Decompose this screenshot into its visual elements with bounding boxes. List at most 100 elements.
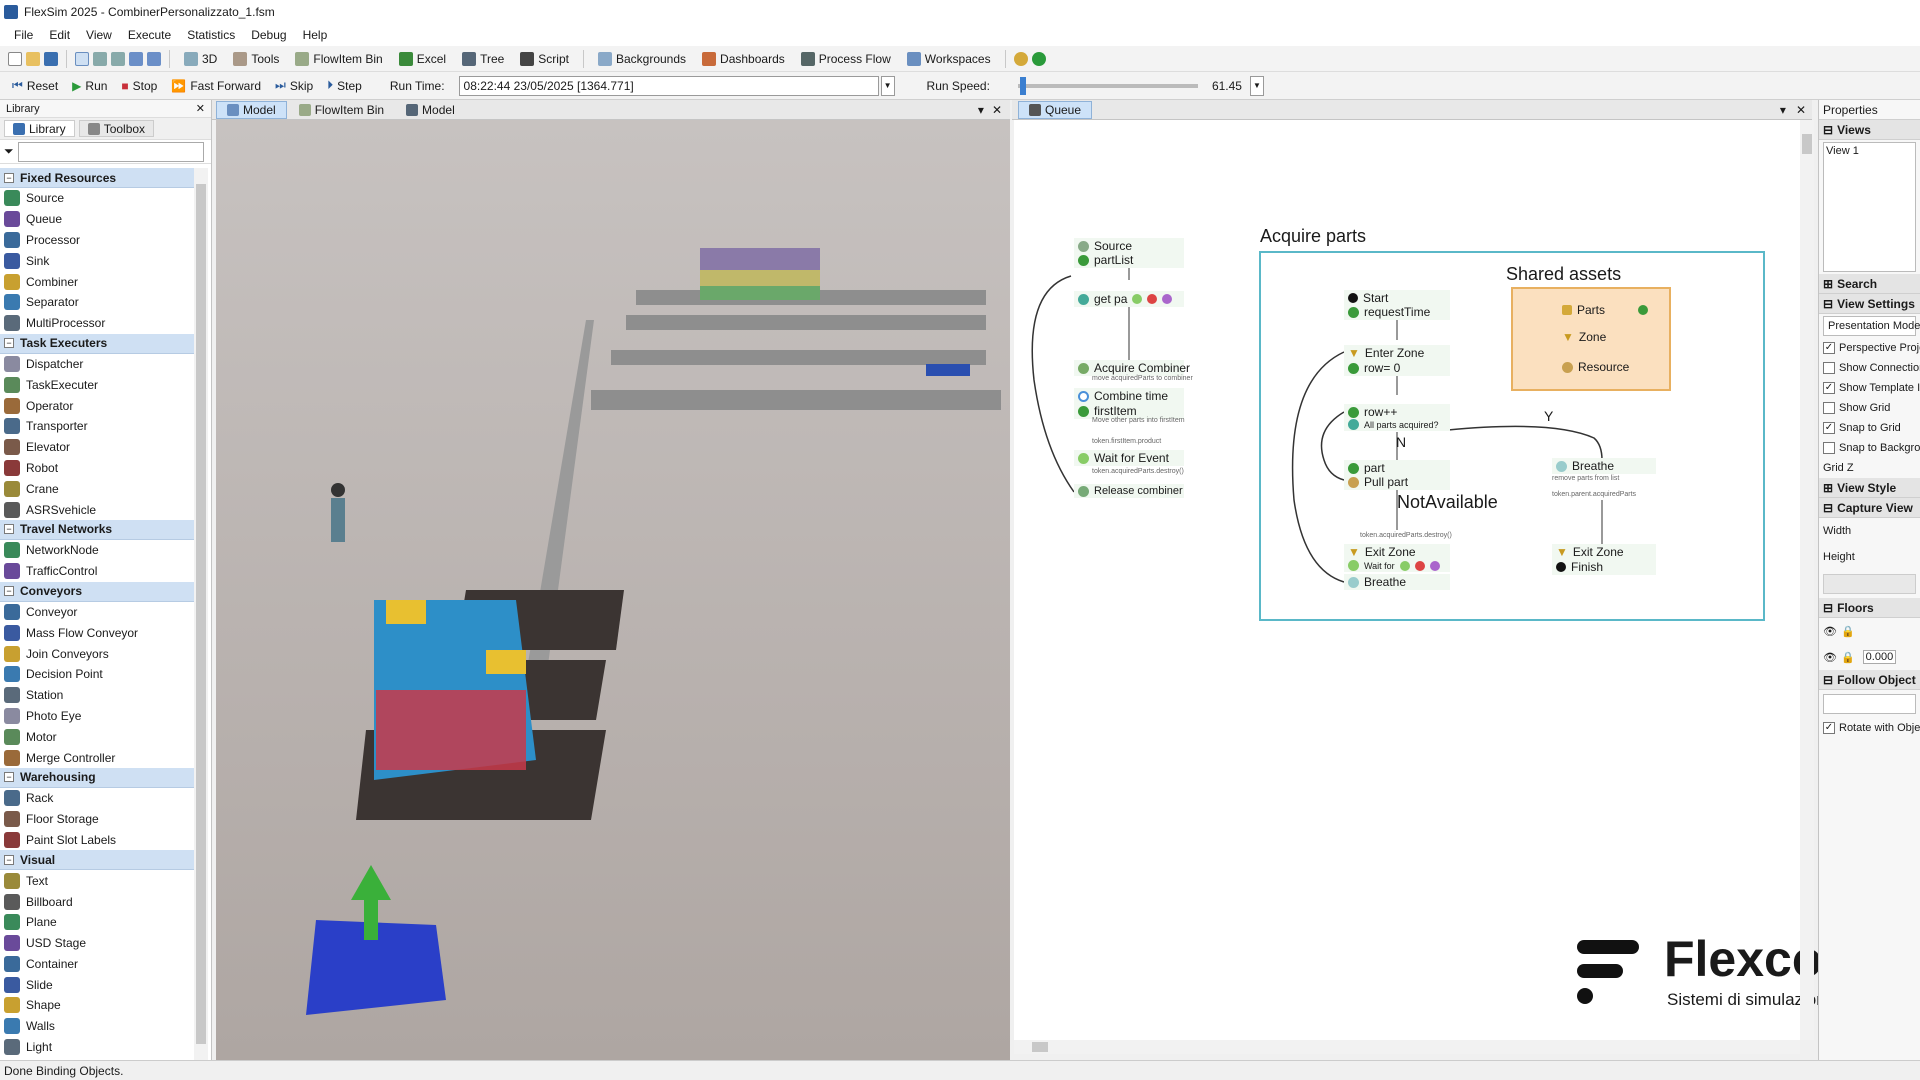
activity-breathe-2[interactable]: Breathe — [1552, 458, 1656, 474]
help-icon[interactable] — [1031, 51, 1046, 66]
library-item[interactable]: Billboard — [0, 891, 194, 912]
toolbar-dashboards-button[interactable]: Dashboards — [696, 50, 791, 68]
presentation-mode-select[interactable]: Presentation Mode — [1823, 316, 1920, 336]
activity-wait-event[interactable]: Wait for Event — [1074, 450, 1184, 466]
library-search-input[interactable] — [17, 141, 204, 162]
library-item[interactable]: Floor Storage — [0, 809, 194, 830]
library-item[interactable]: Shape — [0, 995, 194, 1016]
activity-get-part[interactable]: get pa — [1074, 291, 1184, 307]
library-item[interactable]: Decision Point — [0, 664, 194, 685]
lock-icon[interactable]: 🔒 — [1841, 625, 1855, 638]
activity-finish[interactable]: Finish — [1552, 559, 1656, 575]
library-scroll-thumb[interactable] — [196, 184, 206, 1044]
library-item[interactable]: Plane — [0, 912, 194, 933]
checkbox[interactable] — [1823, 442, 1835, 454]
library-item[interactable]: TaskExecuter — [0, 374, 194, 395]
library-item[interactable]: Photo Eye — [0, 706, 194, 727]
library-item[interactable]: Sink — [0, 250, 194, 271]
library-category[interactable]: − Conveyors — [0, 581, 194, 602]
library-item[interactable]: Separator — [0, 292, 194, 313]
run-button[interactable]: ▶ Run — [66, 77, 113, 95]
tab-flowitem-bin[interactable]: FlowItem Bin — [289, 101, 394, 119]
section-views[interactable]: ⊟ Views — [1819, 120, 1920, 140]
library-item[interactable]: Crane — [0, 478, 194, 499]
library-category[interactable]: − Fixed Resources — [0, 168, 194, 188]
section-floors[interactable]: ⊟ Floors — [1819, 598, 1920, 618]
layout-icon[interactable] — [147, 51, 161, 66]
library-item[interactable]: Paint Slot Labels — [0, 830, 194, 851]
rotate-with-object-row[interactable]: ✓ Rotate with Object — [1819, 718, 1920, 738]
menu-debug[interactable]: Debug — [243, 28, 294, 42]
library-item[interactable]: Operator — [0, 395, 194, 416]
connect-mode-icon[interactable] — [93, 51, 107, 66]
toolbar-tools-button[interactable]: Tools — [227, 50, 285, 68]
rotate-checkbox[interactable]: ✓ — [1823, 722, 1835, 734]
library-item[interactable]: NetworkNode — [0, 540, 194, 561]
view-setting-check[interactable]: ✓ Perspective Projection — [1819, 338, 1920, 358]
activity-pull-part[interactable]: Pull part — [1344, 474, 1450, 490]
run-time-dropdown[interactable]: ▼ — [880, 75, 895, 96]
step-button[interactable]: ⏵ Step — [321, 76, 368, 95]
activity-enter-zone[interactable]: ▼ Enter Zone — [1344, 345, 1450, 361]
gear-icon[interactable] — [1013, 51, 1028, 66]
view-setting-check[interactable]: Show Connections — [1819, 358, 1920, 378]
menu-statistics[interactable]: Statistics — [179, 28, 243, 42]
toolbar-process-flow-button[interactable]: Process Flow — [795, 50, 897, 68]
activity-breathe[interactable]: Breathe — [1344, 574, 1450, 590]
process-flow-canvas[interactable]: Source partList get pa Acquire Combiner … — [1014, 120, 1853, 1040]
view-1-item[interactable]: View 1 — [1826, 145, 1859, 157]
library-item[interactable]: Container — [0, 954, 194, 975]
activity-exit-zone[interactable]: ▼ Exit Zone — [1344, 544, 1450, 560]
section-capture-view[interactable]: ⊟ Capture View — [1819, 498, 1920, 518]
menu-view[interactable]: View — [78, 28, 120, 42]
activity-request-time[interactable]: requestTime — [1344, 304, 1450, 320]
library-item[interactable]: Transporter — [0, 416, 194, 437]
library-item[interactable]: Dispatcher — [0, 354, 194, 375]
library-item[interactable]: Source — [0, 188, 194, 209]
activity-all-parts-decision[interactable]: All parts acquired? — [1344, 418, 1450, 431]
checkbox[interactable]: ✓ — [1823, 342, 1835, 354]
library-item[interactable]: Station — [0, 685, 194, 706]
view-setting-check[interactable]: ✓ Show Template Items — [1819, 378, 1920, 398]
run-time-field[interactable]: 08:22:44 23/05/2025 [1364.771] — [458, 75, 879, 96]
library-item[interactable]: Walls — [0, 1016, 194, 1037]
library-category[interactable]: − Visual — [0, 850, 194, 871]
tab-model-3d[interactable]: Model — [216, 100, 287, 119]
library-item[interactable]: ASRSvehicle — [0, 499, 194, 520]
stop-button[interactable]: ■ Stop — [115, 77, 163, 95]
section-follow-object[interactable]: ⊟ Follow Object — [1819, 670, 1920, 690]
capture-button[interactable] — [1823, 574, 1916, 594]
skip-button[interactable]: ⏭ Skip — [269, 76, 319, 95]
activity-combine-time[interactable]: Combine time — [1074, 388, 1184, 404]
library-item[interactable]: Merge Controller — [0, 747, 194, 768]
menu-edit[interactable]: Edit — [41, 28, 78, 42]
toolbar-3d-button[interactable]: 3D — [178, 50, 223, 68]
activity-partlist[interactable]: partList — [1074, 252, 1184, 268]
library-item[interactable]: Conveyor — [0, 602, 194, 623]
select-mode-icon[interactable] — [75, 51, 89, 66]
tab-toolbox[interactable]: Toolbox — [78, 120, 155, 137]
library-item[interactable]: Mass Flow Conveyor — [0, 622, 194, 643]
process-flow-hscrollbar[interactable] — [1014, 1040, 1800, 1054]
library-item[interactable]: Slide — [0, 974, 194, 995]
library-item[interactable]: Queue — [0, 209, 194, 230]
close-icon[interactable]: ✕ — [196, 102, 205, 115]
shared-asset-resource[interactable]: Resource — [1562, 360, 1629, 374]
library-item[interactable]: Rack — [0, 788, 194, 809]
library-item[interactable]: Robot — [0, 458, 194, 479]
run-speed-dropdown[interactable]: ▼ — [1249, 75, 1264, 96]
checkbox[interactable] — [1823, 362, 1835, 374]
view-setting-check[interactable]: Show Grid — [1819, 398, 1920, 418]
section-search[interactable]: ⊞ Search — [1819, 274, 1920, 294]
checkbox[interactable]: ✓ — [1823, 382, 1835, 394]
menu-help[interactable]: Help — [295, 28, 336, 42]
process-flow-vscrollbar[interactable] — [1800, 120, 1814, 1040]
chevron-down-icon[interactable]: ▾ — [978, 103, 990, 117]
library-category[interactable]: − Travel Networks — [0, 519, 194, 540]
toolbar-flowitem-bin-button[interactable]: FlowItem Bin — [289, 50, 388, 68]
close-icon[interactable]: ✕ — [992, 103, 1010, 117]
save-icon[interactable] — [44, 51, 58, 66]
toolbar-workspaces-button[interactable]: Workspaces — [901, 50, 997, 68]
menu-execute[interactable]: Execute — [120, 28, 179, 42]
view-mode-icon[interactable] — [129, 51, 143, 66]
